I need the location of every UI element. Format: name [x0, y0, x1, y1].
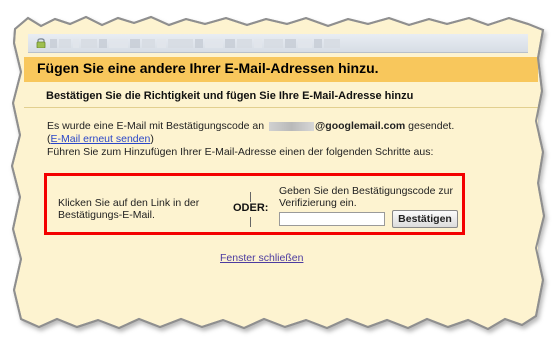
or-label: ODER:: [233, 202, 269, 214]
browser-chrome: [28, 34, 528, 53]
screenshot-stage: Fügen Sie eine andere Ihrer E-Mail-Adres…: [0, 0, 560, 338]
verification-options-box: Klicken Sie auf den Link in der Bestätig…: [44, 173, 465, 235]
resend-line: (E-Mail erneut senden): [47, 133, 497, 146]
resend-close-paren: ): [150, 133, 154, 145]
verification-message: Es wurde eine E-Mail mit Bestätigungscod…: [47, 120, 497, 159]
divider-line-bottom: [250, 217, 251, 227]
instruction-line: Führen Sie zum Hinzufügen Ihrer E-Mail-A…: [47, 146, 434, 158]
sent-message-prefix: Es wurde eine E-Mail mit Bestätigungscod…: [47, 120, 265, 132]
enter-code-option-text: Geben Sie den Bestätigungscode zur Verif…: [279, 185, 453, 209]
sent-message-line: Es wurde eine E-Mail mit Bestätigungscod…: [47, 120, 497, 133]
email-domain: @googlemail.com: [315, 120, 406, 132]
close-window-link[interactable]: Fenster schließen: [220, 252, 303, 264]
confirm-button[interactable]: Bestätigen: [392, 210, 458, 228]
lock-icon: [36, 38, 46, 48]
title-band: Fügen Sie eine andere Ihrer E-Mail-Adres…: [24, 57, 538, 82]
sent-message-suffix: gesendet.: [408, 120, 455, 132]
click-link-option-text: Klicken Sie auf den Link in der Bestätig…: [58, 197, 200, 221]
dialog-content: Bestätigen Sie die Richtigkeit und fügen…: [24, 82, 538, 300]
resend-email-link[interactable]: E-Mail erneut senden: [51, 133, 151, 145]
dialog-title: Fügen Sie eine andere Ihrer E-Mail-Adres…: [37, 60, 379, 76]
option-divider: ODER:: [233, 190, 269, 227]
divider-line-top: [250, 192, 251, 202]
redacted-email-address: [269, 121, 315, 131]
subtitle-divider: [24, 107, 538, 108]
dialog-subtitle: Bestätigen Sie die Richtigkeit und fügen…: [46, 90, 414, 102]
blurred-address-bar: [50, 39, 340, 48]
verification-code-input[interactable]: [279, 212, 385, 226]
